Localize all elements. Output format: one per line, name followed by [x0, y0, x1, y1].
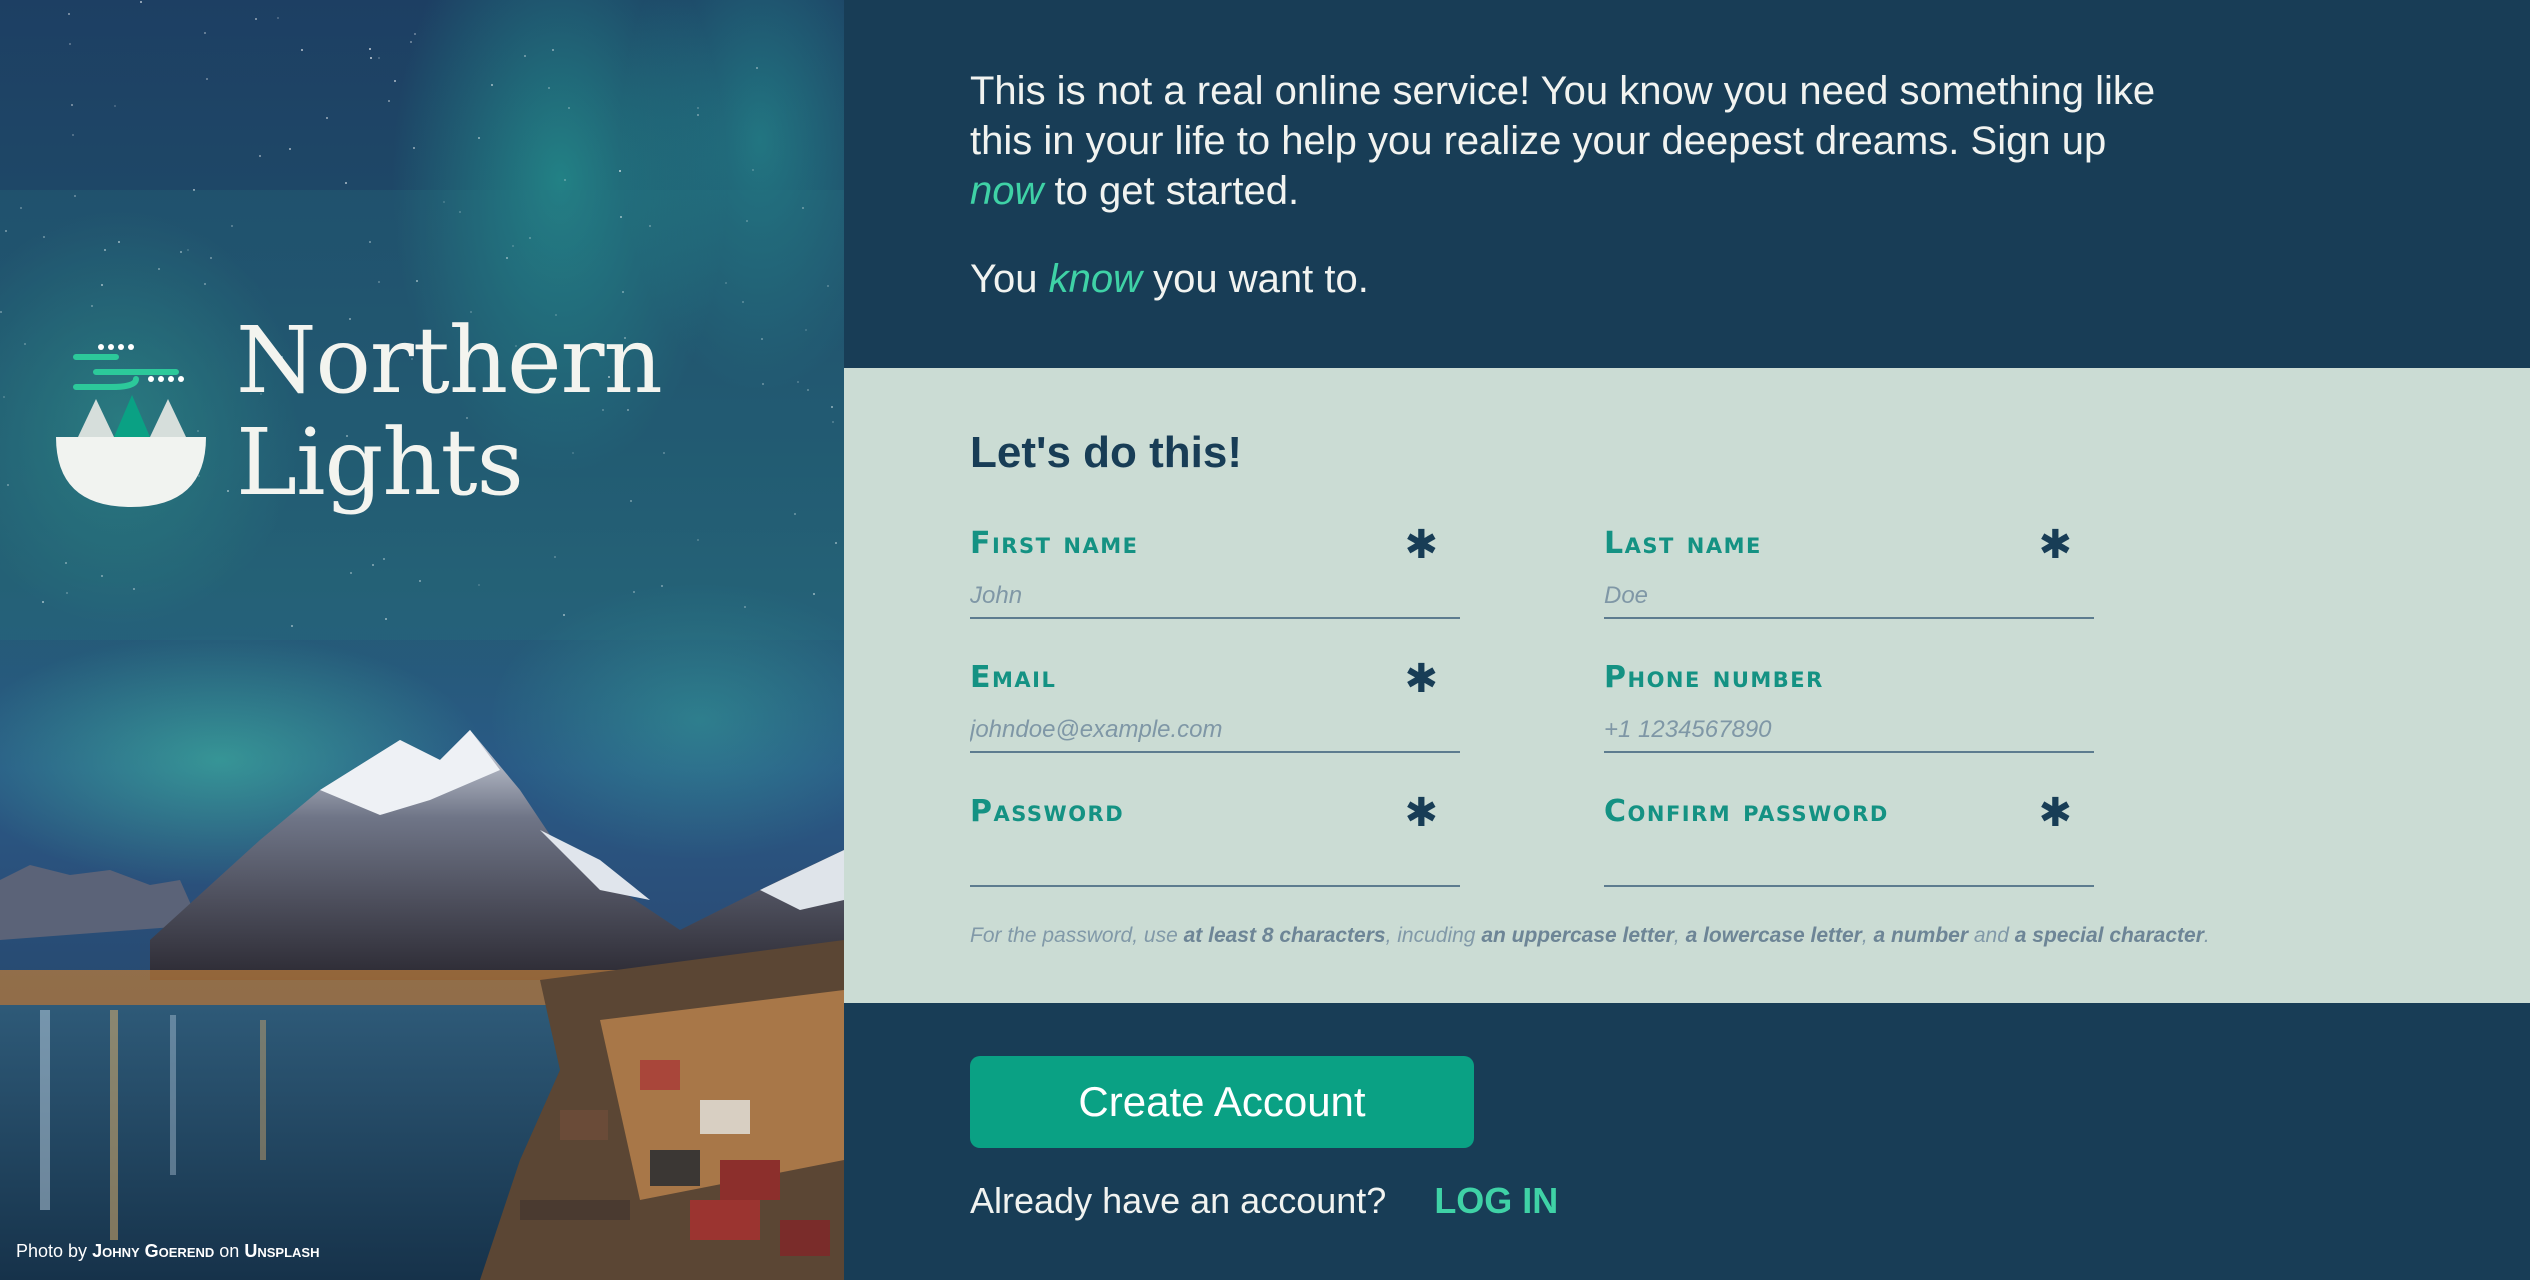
- confirm-password-input[interactable]: [1604, 843, 2094, 887]
- intro-p1-text-end: to get started.: [1043, 169, 1300, 213]
- mountain-village-illustration: [0, 730, 844, 1280]
- required-asterisk-icon: ✱: [2038, 790, 2072, 836]
- email-label: Email: [970, 660, 1057, 695]
- star: [204, 32, 206, 34]
- hint-text: ,: [1861, 924, 1874, 947]
- photo-credit: Photo by Johny Goerend on Unsplash: [16, 1241, 319, 1262]
- login-link[interactable]: LOG IN: [1434, 1180, 1558, 1221]
- star: [114, 105, 116, 107]
- first-name-label: First name: [970, 526, 1139, 561]
- required-asterisk-icon: ✱: [1404, 656, 1438, 702]
- star: [378, 57, 380, 59]
- brand-title-line1: Northern: [236, 307, 663, 414]
- confirm-password-field: Confirm password ✱: [1604, 790, 2094, 887]
- star: [410, 41, 412, 43]
- required-asterisk-icon: ✱: [1404, 522, 1438, 568]
- hint-text: .: [2203, 924, 2210, 947]
- phone-input[interactable]: [1604, 709, 2094, 753]
- hint-bold: at least 8 characters: [1183, 924, 1386, 947]
- star: [69, 43, 71, 45]
- required-asterisk-icon: ✱: [1404, 790, 1438, 836]
- hint-text: , incuding: [1385, 924, 1482, 947]
- star: [478, 137, 480, 139]
- password-label: Password: [970, 794, 1125, 829]
- star: [326, 117, 328, 119]
- star: [345, 182, 347, 184]
- hero-image-panel: Northern Lights Photo by Johny Goerend o…: [0, 0, 844, 1280]
- intro-p1-emphasis: now: [970, 169, 1044, 213]
- brand-title: Northern Lights: [236, 307, 663, 516]
- brand-title-line2: Lights: [236, 409, 524, 516]
- intro-paragraph-1: This is not a real online service! You k…: [970, 66, 2170, 216]
- confirm-password-label: Confirm password: [1604, 794, 1889, 829]
- intro-p2-text: You: [970, 257, 1049, 301]
- password-field: Password ✱: [970, 790, 1460, 887]
- email-field: Email ✱: [970, 656, 1460, 753]
- first-name-input[interactable]: [970, 575, 1460, 619]
- last-name-label: Last name: [1604, 526, 1762, 561]
- star: [68, 13, 70, 15]
- email-input[interactable]: [970, 709, 1460, 753]
- required-asterisk-icon: ✱: [2038, 522, 2072, 568]
- star: [697, 114, 699, 116]
- star: [388, 100, 390, 102]
- star: [756, 67, 758, 69]
- star: [370, 57, 372, 59]
- star: [414, 33, 416, 35]
- hint-text: and: [1968, 924, 2015, 947]
- star: [413, 147, 415, 149]
- star: [548, 87, 550, 89]
- phone-label: Phone number: [1604, 660, 1824, 695]
- star: [697, 107, 699, 109]
- hint-bold: an uppercase letter: [1481, 924, 1674, 947]
- star: [552, 49, 554, 51]
- star: [140, 1, 142, 3]
- star: [255, 18, 257, 20]
- signup-panel: This is not a real online service! You k…: [844, 0, 2530, 1280]
- credit-middle: on: [219, 1241, 240, 1261]
- star: [394, 80, 396, 82]
- intro-p1-text: This is not a real online service! You k…: [970, 69, 2156, 163]
- star: [206, 78, 208, 80]
- password-hint: For the password, use at least 8 charact…: [970, 924, 2210, 948]
- star: [369, 48, 371, 50]
- credit-prefix: Photo by: [16, 1241, 88, 1261]
- star: [71, 104, 73, 106]
- intro-p2-emphasis: know: [1048, 257, 1143, 301]
- hint-text: For the password, use: [970, 924, 1184, 947]
- create-account-button[interactable]: Create Account: [970, 1056, 1474, 1148]
- password-input[interactable]: [970, 843, 1460, 887]
- star: [564, 179, 566, 181]
- star: [289, 148, 291, 150]
- hint-bold: a special character: [2014, 924, 2204, 947]
- star: [277, 17, 279, 19]
- last-name-input[interactable]: [1604, 575, 2094, 619]
- intro-paragraph-2: You know you want to.: [970, 254, 2170, 304]
- star: [524, 55, 526, 57]
- intro-p2-text-end: you want to.: [1142, 257, 1369, 301]
- first-name-field: First name ✱: [970, 522, 1460, 619]
- star: [752, 169, 754, 171]
- already-have-account-text: Already have an account?: [970, 1180, 1387, 1221]
- star: [491, 84, 493, 86]
- login-row: Already have an account? LOG IN: [970, 1180, 1558, 1222]
- phone-field: Phone number: [1604, 660, 2094, 753]
- hint-bold: a lowercase letter: [1685, 924, 1862, 947]
- last-name-field: Last name ✱: [1604, 522, 2094, 619]
- hint-text: ,: [1673, 924, 1686, 947]
- star: [619, 170, 621, 172]
- northern-lights-logo-icon: [56, 344, 206, 507]
- hint-bold: a number: [1873, 924, 1969, 947]
- star: [72, 134, 74, 136]
- signup-form: Let's do this! First name ✱ Last name ✱ …: [844, 368, 2530, 1003]
- brand-logo: Northern Lights: [56, 307, 663, 516]
- credit-source-link[interactable]: Unsplash: [244, 1241, 319, 1261]
- star: [568, 107, 570, 109]
- form-title: Let's do this!: [970, 428, 1243, 477]
- star: [301, 49, 303, 51]
- intro-text: This is not a real online service! You k…: [970, 66, 2170, 342]
- credit-photographer-link[interactable]: Johny Goerend: [92, 1241, 214, 1261]
- star: [259, 155, 261, 157]
